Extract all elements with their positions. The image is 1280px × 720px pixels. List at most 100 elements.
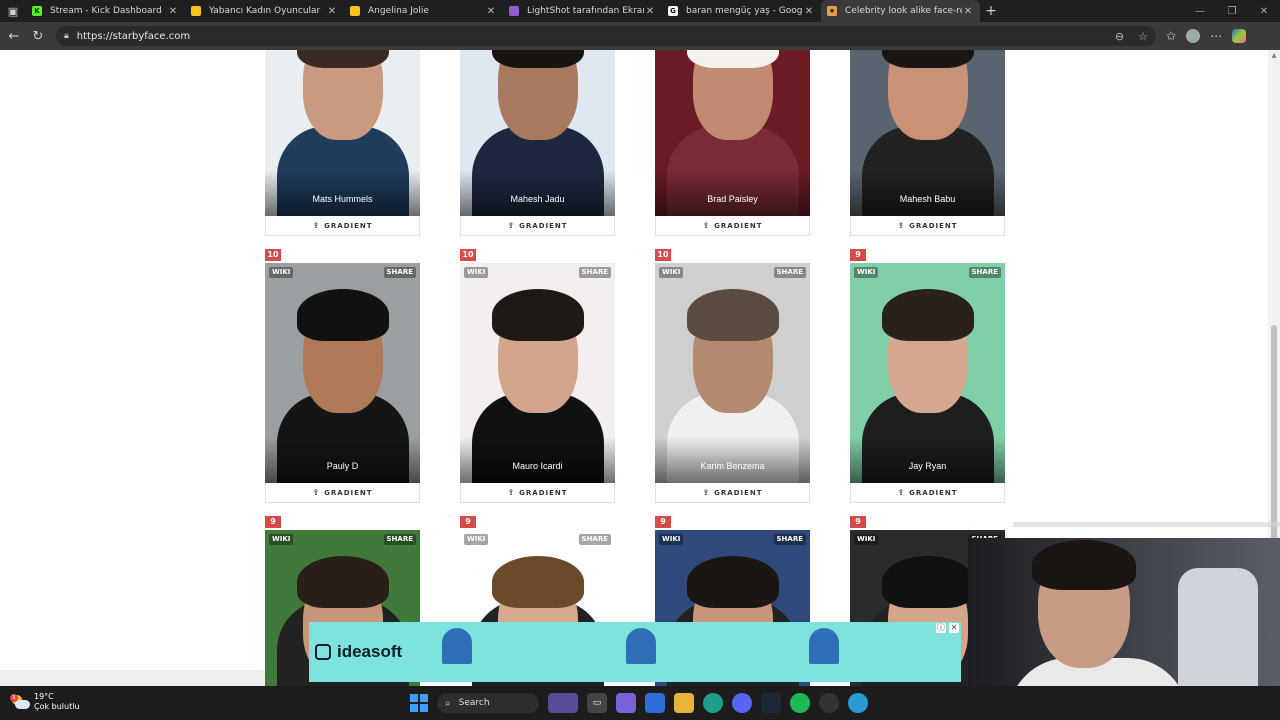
lock-icon[interactable]: 🔒︎ [64,31,69,41]
celebrity-photo[interactable]: Brad Paisley [655,50,810,216]
celebrity-photo[interactable]: Mahesh Babu [850,50,1005,216]
wiki-link[interactable]: WIKI [269,267,294,278]
celebrity-photo[interactable]: WIKI SHARE Karim Benzema [655,263,810,483]
search-icon: ⌕ [445,697,451,709]
browser-tab[interactable]: Yabancı Kadın Oyuncular ✕ [185,0,344,22]
gradient-button[interactable]: ⇪ GRADIENT [265,216,420,236]
celebrity-photo[interactable]: Mahesh Jadu [460,50,615,216]
steam-icon[interactable] [761,693,781,713]
gradient-button[interactable]: ⇪ GRADIENT [460,216,615,236]
similarity-badge: 10 [655,249,671,261]
tab-favicon-icon: G [668,6,678,16]
similarity-badge: 10 [460,249,476,261]
weather-widget[interactable]: 5 19°C Çok bulutlu [10,692,80,712]
wiki-link[interactable]: WIKI [269,534,294,545]
share-link[interactable]: SHARE [383,267,416,278]
favorite-star-icon[interactable]: ☆ [1138,30,1148,43]
obs-icon[interactable] [819,693,839,713]
minimize-icon[interactable]: — [1184,6,1216,17]
gradient-icon: ⇪ [507,488,516,497]
celebrity-name: Brad Paisley [707,194,758,204]
celebrity-photo[interactable]: WIKI SHARE Mauro Icardi [460,263,615,483]
gradient-button[interactable]: ⇪ GRADIENT [850,216,1005,236]
windows-taskbar: 5 19°C Çok bulutlu ⌕ Search ▭ [0,686,1280,720]
discord-icon[interactable] [732,693,752,713]
tab-actions-icon[interactable]: ▣ [0,0,26,22]
profile-avatar[interactable] [1186,29,1201,43]
file-explorer-icon[interactable] [674,693,694,713]
start-button[interactable] [410,694,428,712]
store-icon[interactable] [645,693,665,713]
gradient-icon: ⇪ [897,488,906,497]
tab-close-icon[interactable]: ✕ [326,6,338,17]
ad-person-image [809,628,839,672]
restore-icon[interactable]: ❐ [1216,6,1248,17]
gradient-icon: ⇪ [897,221,906,230]
favorites-icon[interactable]: ✩ [1166,29,1176,43]
browser-tab[interactable]: K Stream - Kick Dashboard ✕ [26,0,185,22]
weather-description: Çok bulutlu [34,702,80,711]
more-icon[interactable]: ⋯ [1210,29,1222,43]
address-bar-row: ← ↻ 🔒︎ https://starbyface.com ⊖ ☆ ✩ ⋯ [0,22,1280,50]
celebrity-name: Pauly D [326,461,359,471]
tab-close-icon[interactable]: ✕ [485,6,497,17]
reload-icon[interactable]: ↻ [26,29,50,44]
similarity-badge: 9 % [265,516,281,538]
share-link[interactable]: SHARE [773,267,806,278]
gradient-button[interactable]: ⇪ GRADIENT [850,483,1005,503]
celebrity-photo[interactable]: WIKI SHARE Jay Ryan [850,263,1005,483]
ad-close-icon[interactable]: ✕ [949,623,959,633]
browser-tab[interactable]: Gbaran mengüç yaş - Google'da A✕ [662,0,821,22]
wiki-link[interactable]: WIKI [464,534,489,545]
browser-tab[interactable]: Angelina Jolie ✕ [344,0,503,22]
copilot-app-icon[interactable] [616,693,636,713]
share-link[interactable]: SHARE [383,534,416,545]
taskbar-search[interactable]: ⌕ Search [437,693,539,713]
share-link[interactable]: SHARE [773,534,806,545]
share-link[interactable]: SHARE [968,267,1001,278]
celebrity-name: Mats Hummels [312,194,373,204]
tab-close-icon[interactable]: ✕ [962,6,974,17]
ad-info-icon[interactable]: ⓘ [936,623,946,633]
ad-banner[interactable]: ideasoft ⓘ ✕ [309,622,961,682]
tab-close-icon[interactable]: ✕ [803,6,815,17]
gradient-button[interactable]: ⇪ GRADIENT [265,483,420,503]
tab-close-icon[interactable]: ✕ [167,6,179,17]
share-link[interactable]: SHARE [578,534,611,545]
wiki-link[interactable]: WIKI [854,534,879,545]
celebrity-photo[interactable]: Mats Hummels [265,50,420,216]
wiki-link[interactable]: WIKI [854,267,879,278]
reader-icon[interactable]: ⊖ [1115,30,1124,43]
browser-tab[interactable]: ★ Celebrity look alike face-recognit✕ [821,0,980,22]
gradient-button[interactable]: ⇪ GRADIENT [655,216,810,236]
edge-icon[interactable] [703,693,723,713]
spotify-icon[interactable] [790,693,810,713]
celebrity-name: Mauro Icardi [512,461,563,471]
scroll-up-icon[interactable]: ▲ [1270,52,1278,59]
similarity-badge: 9 % [850,249,866,271]
browser-icon[interactable] [848,693,868,713]
browser-tab-strip: ▣ K Stream - Kick Dashboard ✕ Yabancı Kadın… [0,0,1280,22]
gradient-icon: ⇪ [702,221,711,230]
close-window-icon[interactable]: ✕ [1248,6,1280,17]
address-bar[interactable]: 🔒︎ https://starbyface.com ⊖ ☆ [56,26,1156,46]
gradient-button[interactable]: ⇪ GRADIENT [460,483,615,503]
wiki-link[interactable]: WIKI [464,267,489,278]
tab-title: Yabancı Kadın Oyuncular [209,6,321,16]
wiki-link[interactable]: WIKI [659,534,684,545]
task-view-icon[interactable]: ▭ [587,693,607,713]
gradient-icon: ⇪ [312,221,321,230]
gradient-button[interactable]: ⇪ GRADIENT [655,483,810,503]
window-controls: — ❐ ✕ [1184,6,1280,17]
browser-tab[interactable]: LightShot tarafından Ekran Görü✕ [503,0,662,22]
share-link[interactable]: SHARE [578,267,611,278]
new-tab-button[interactable]: + [980,3,1002,19]
ideasoft-logo-icon [315,644,331,660]
tab-close-icon[interactable]: ✕ [644,6,656,17]
copilot-icon[interactable] [1232,29,1247,43]
widgets-app-icon[interactable] [548,693,578,713]
weather-badge: 5 [10,694,18,702]
wiki-link[interactable]: WIKI [659,267,684,278]
celebrity-photo[interactable]: WIKI SHARE Pauly D [265,263,420,483]
back-icon[interactable]: ← [2,29,26,44]
